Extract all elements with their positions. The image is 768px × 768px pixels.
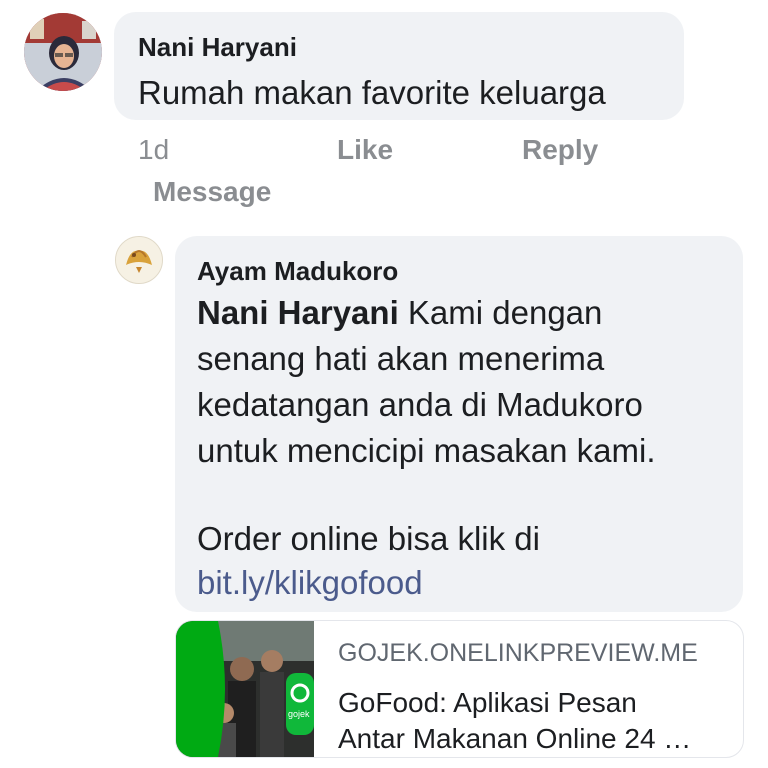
commenter-avatar[interactable] (24, 13, 102, 91)
mention-tag[interactable]: Nani Haryani (197, 294, 399, 331)
preview-domain: GOJEK.ONELINKPREVIEW.ME (338, 639, 698, 667)
crowd-photo-icon (176, 621, 314, 757)
reply-text-5: Order online bisa klik di (197, 520, 540, 557)
preview-title-line-1: GoFood: Aplikasi Pesan (338, 687, 637, 718)
comment-bubble: Nani Haryani Rumah makan favorite keluar… (114, 12, 684, 120)
reply-line-1: Nani Haryani Kami dengan (197, 294, 602, 332)
reply-button[interactable]: Reply (522, 134, 598, 166)
comment-author[interactable]: Nani Haryani (138, 32, 297, 63)
reply-bubble: Ayam Madukoro Nani Haryani Kami dengan s… (175, 236, 743, 612)
reply-author[interactable]: Ayam Madukoro (197, 256, 398, 287)
message-button[interactable]: Message (153, 176, 271, 208)
reply-link[interactable]: bit.ly/klikgofood (197, 564, 423, 602)
comment-text: Rumah makan favorite keluarga (138, 74, 606, 111)
reply-text-4: untuk mencicipi masakan kami. (197, 432, 656, 469)
rooster-logo-icon (116, 237, 162, 283)
preview-title-line-2: Antar Makanan Online 24 … (338, 723, 692, 754)
reply-text-1: Kami dengan (407, 294, 603, 331)
replier-avatar[interactable] (115, 236, 163, 284)
person-photo-icon (24, 13, 102, 91)
reply-text-2: senang hati akan menerima (197, 340, 605, 377)
reply-text-3: kedatangan anda di Madukoro (197, 386, 643, 423)
comment-timestamp[interactable]: 1d (138, 134, 169, 166)
preview-thumbnail: gojek (176, 621, 314, 757)
like-button[interactable]: Like (337, 134, 393, 166)
link-preview-card[interactable]: gojek GOJEK.ONELINKPREVIEW.ME GoFood: Ap… (175, 620, 744, 758)
gojek-badge-text: gojek (288, 709, 310, 719)
